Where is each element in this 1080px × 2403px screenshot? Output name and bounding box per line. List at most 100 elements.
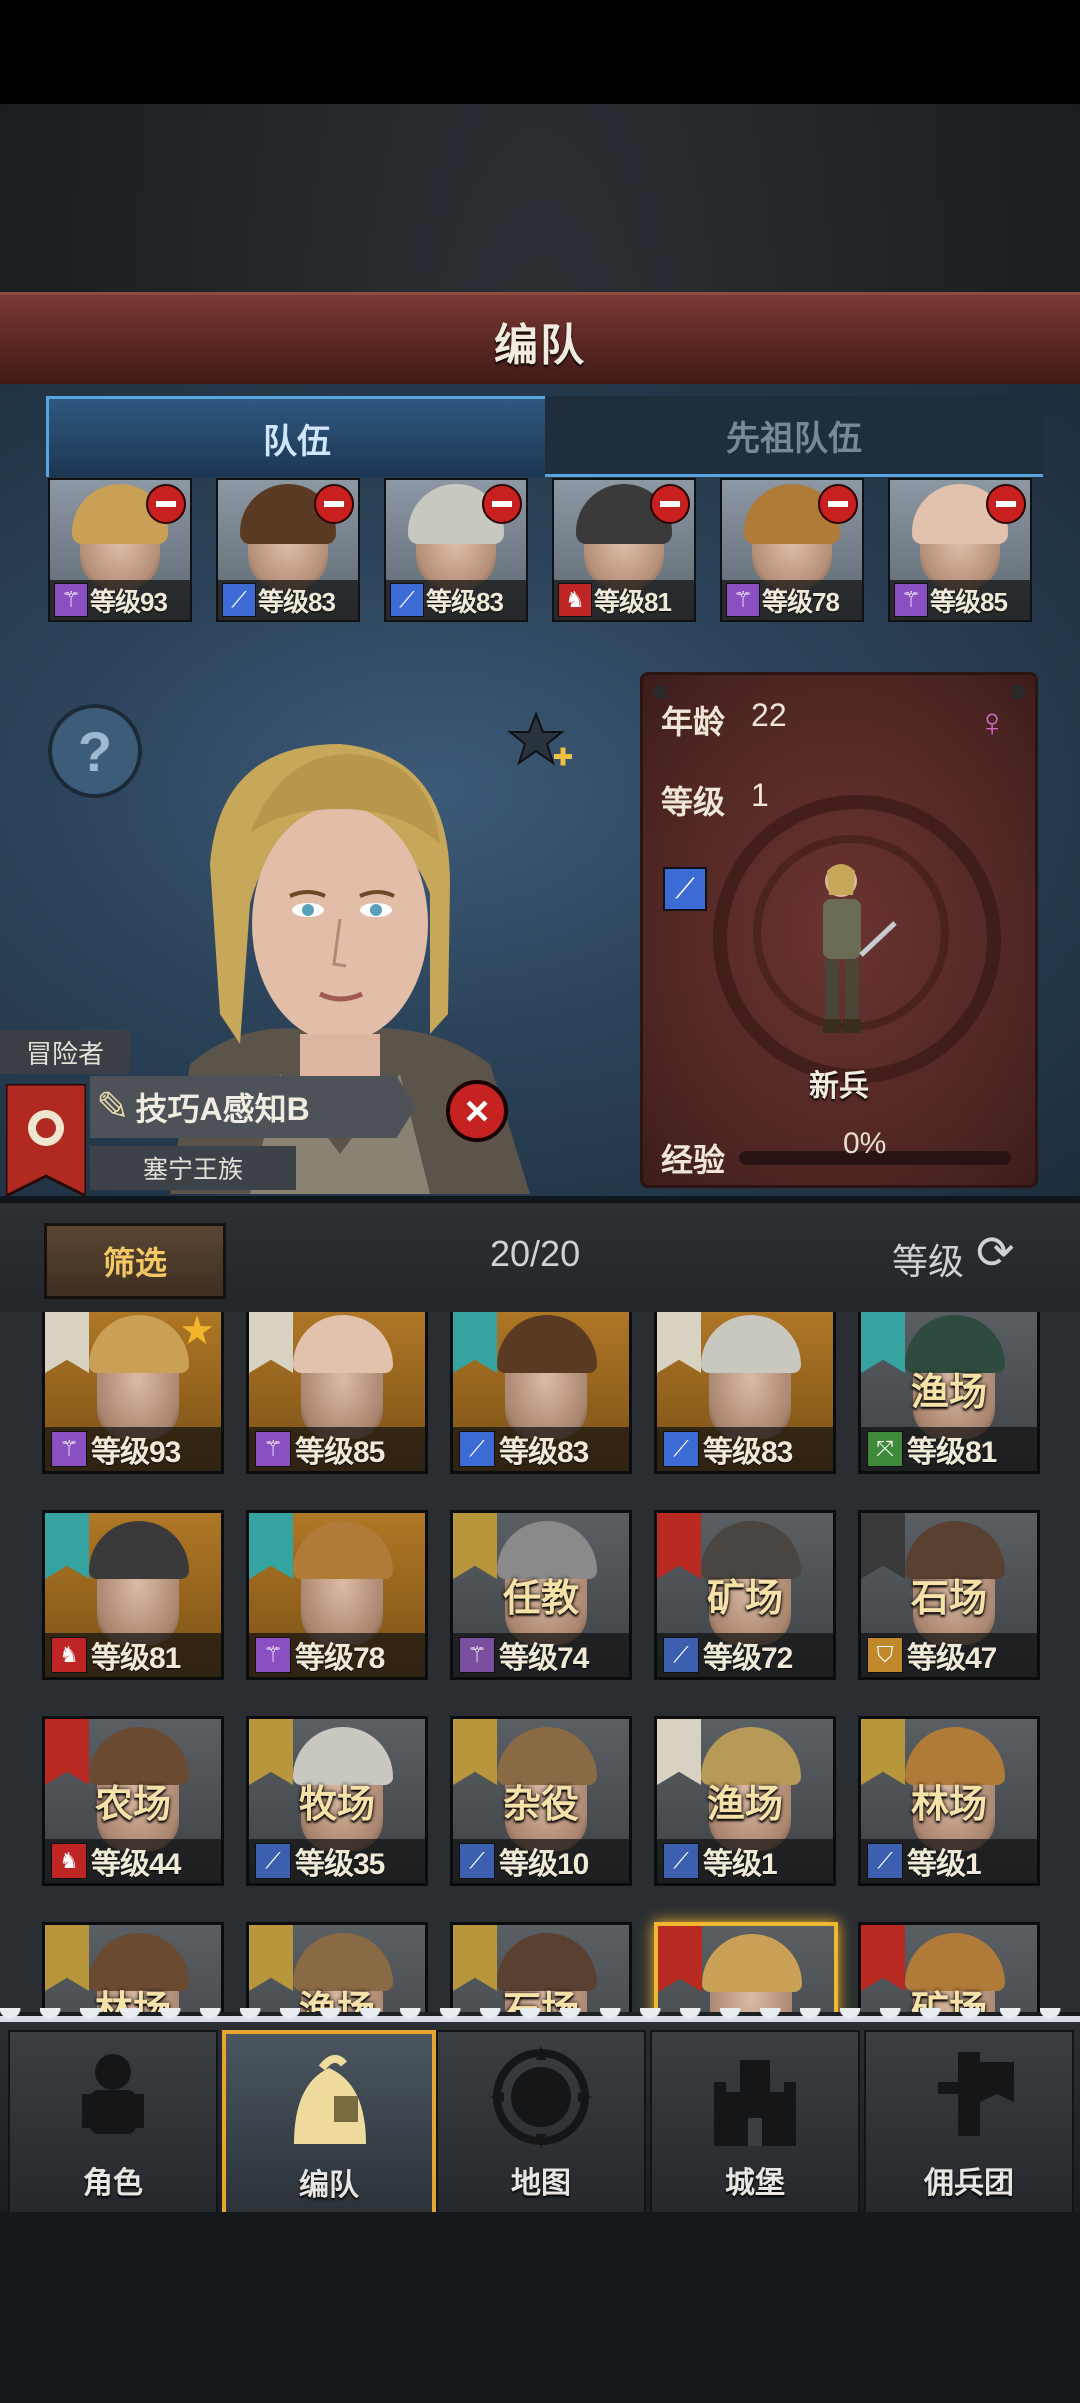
roster-card[interactable]: 矿场 ⟋ 等级72 <box>654 1510 836 1680</box>
roster-card[interactable]: ⚚ 等级78 <box>246 1510 428 1680</box>
member-level: 等级93 <box>90 586 168 617</box>
roster-card[interactable]: ⟋ 等级83 <box>654 1312 836 1474</box>
roster-card[interactable]: ⟋ 等级83 <box>450 1312 632 1474</box>
roster-card[interactable]: ♞ 等级81 <box>42 1510 224 1680</box>
remove-member-icon[interactable] <box>482 484 522 524</box>
remove-member-icon[interactable] <box>314 484 354 524</box>
roster-card[interactable]: 渔场 <box>246 1922 428 2012</box>
tab-team[interactable]: 队伍 <box>46 396 548 477</box>
roster-card[interactable]: ★ ⚚ 等级93 <box>42 1312 224 1474</box>
remove-member-icon[interactable] <box>650 484 690 524</box>
card-level-strip: ⤧ 等级81 <box>861 1427 1037 1471</box>
remove-member-icon[interactable] <box>818 484 858 524</box>
member-level: 等级78 <box>762 586 840 617</box>
team-member-slot[interactable]: ⚚ 等级85 <box>888 478 1032 622</box>
roster-card[interactable] <box>654 1922 838 2012</box>
unit-type-label: 新兵 <box>809 1070 869 1103</box>
team-panel: 队伍 先祖队伍 ⚚ 等级93 ⟋ 等级83 ⟋ 等级83 ♞ 等级81 ⚚ 等级… <box>0 384 1080 1200</box>
hero-hair <box>89 1521 189 1579</box>
roster-card[interactable]: 矿场 <box>858 1922 1040 2012</box>
remove-hero-button[interactable]: × <box>446 1080 508 1142</box>
card-level: 等级78 <box>295 1642 385 1675</box>
roster-card[interactable]: 农场 ♞ 等级44 <box>42 1716 224 1886</box>
member-level: 等级81 <box>594 586 672 617</box>
bow-icon: ⤧ <box>867 1431 903 1467</box>
roster-count: 20/20 <box>490 1233 581 1274</box>
house-banner-icon <box>6 1084 86 1196</box>
nav-label: 城堡 <box>725 2167 785 2200</box>
card-level-strip: ⟋ 等级10 <box>453 1839 629 1883</box>
house-label: 塞宁王族 <box>90 1146 296 1190</box>
roster-card[interactable]: 渔场 ⟋ 等级1 <box>654 1716 836 1886</box>
remove-member-icon[interactable] <box>986 484 1026 524</box>
hero-info-card: 年龄 22 ♀ 等级 1 ⟋ 新兵 经验 0% <box>640 672 1038 1188</box>
roster-card[interactable]: 渔场 ⤧ 等级81 <box>858 1312 1040 1474</box>
exp-row: 经验 <box>661 1135 1012 1181</box>
card-level-strip: ⚚ 等级85 <box>249 1427 425 1471</box>
roster-card[interactable]: ⚚ 等级85 <box>246 1312 428 1474</box>
member-level-strip: ⚚ 等级78 <box>722 580 862 620</box>
trait-text: 技巧A感知B <box>135 1091 310 1127</box>
hero-hair <box>89 1315 189 1373</box>
card-level: 等级44 <box>91 1848 181 1881</box>
nav-helmet[interactable]: 编队 <box>222 2030 436 2218</box>
roster-card[interactable]: 杂役 ⟋ 等级10 <box>450 1716 632 1886</box>
card-level: 等级1 <box>907 1848 982 1881</box>
roster-card[interactable]: 石场 ⛉ 等级47 <box>858 1510 1040 1680</box>
tab-ancestor-team[interactable]: 先祖队伍 <box>545 396 1043 477</box>
member-level-strip: ⟋ 等级83 <box>218 580 358 620</box>
system-nav-area <box>0 2212 1080 2403</box>
nav-compass-map[interactable]: 地图 <box>436 2030 646 2214</box>
team-member-slot[interactable]: ♞ 等级81 <box>552 478 696 622</box>
roster-card[interactable]: 林场 ⟋ 等级1 <box>858 1716 1040 1886</box>
job-label: 农场 <box>94 1784 171 1826</box>
exp-percent: 0% <box>843 1127 887 1160</box>
staff-icon: ⚚ <box>726 583 760 617</box>
sort-label[interactable]: 等级 <box>892 1233 964 1285</box>
card-level: 等级83 <box>499 1436 589 1469</box>
age-label: 年龄 <box>661 704 726 740</box>
team-member-slot[interactable]: ⚚ 等级78 <box>720 478 864 622</box>
bottom-nav: 角色 编队 地图 城堡 佣兵团 <box>0 2008 1080 2218</box>
compass-map-icon <box>490 2046 592 2148</box>
hero-hair <box>293 1521 393 1579</box>
nav-label: 角色 <box>83 2167 143 2200</box>
staff-icon: ⚚ <box>894 583 928 617</box>
sword-icon[interactable]: ⟋ <box>663 867 707 911</box>
house-flag-icon <box>249 1513 293 1579</box>
remove-member-icon[interactable] <box>146 484 186 524</box>
member-level: 等级83 <box>258 586 336 617</box>
roster-card[interactable]: 任教 ⚚ 等级74 <box>450 1510 632 1680</box>
help-icon[interactable]: ? <box>48 704 142 798</box>
exp-label: 经验 <box>661 1142 726 1178</box>
filter-button[interactable]: 筛选 <box>44 1223 226 1299</box>
nav-label: 地图 <box>511 2167 571 2200</box>
roster-card[interactable]: 牧场 ⟋ 等级35 <box>246 1716 428 1886</box>
team-member-slot[interactable]: ⟋ 等级83 <box>216 478 360 622</box>
roster-card[interactable]: 石场 <box>450 1922 632 2012</box>
level-row: 等级 1 <box>661 777 769 823</box>
sword-icon: ⟋ <box>459 1431 495 1467</box>
staff-icon: ⚚ <box>51 1431 87 1467</box>
nav-sword-banner[interactable]: 佣兵团 <box>864 2030 1074 2214</box>
roster-card[interactable]: 林场 <box>42 1922 224 2012</box>
pin-icon <box>1011 685 1025 699</box>
trait-bar: ✎ 技巧A感知B <box>90 1076 416 1138</box>
roster-grid: ★ ⚚ 等级93 ⚚ 等级85 ⟋ 等级83 ⟋ 等级83 渔场 ⤧ 等级81 <box>0 1312 1080 2012</box>
house-flag-icon <box>249 1312 293 1373</box>
job-label: 杂役 <box>502 1784 579 1826</box>
sword-icon: ⟋ <box>867 1843 903 1879</box>
card-level-strip: ⛉ 等级47 <box>861 1633 1037 1677</box>
card-level: 等级10 <box>499 1848 589 1881</box>
card-level: 等级1 <box>703 1848 778 1881</box>
nav-knight[interactable]: 角色 <box>8 2030 218 2214</box>
staff-icon: ⚚ <box>255 1431 291 1467</box>
recruit-figure <box>823 864 897 1033</box>
team-member-slot[interactable]: ⚚ 等级93 <box>48 478 192 622</box>
member-level-strip: ⟋ 等级83 <box>386 580 526 620</box>
card-level-strip: ♞ 等级44 <box>45 1839 221 1883</box>
refresh-sort-icon[interactable]: ⟳ <box>976 1229 1015 1275</box>
nav-castle[interactable]: 城堡 <box>650 2030 860 2214</box>
class-label: 冒险者 <box>0 1030 130 1074</box>
team-member-slot[interactable]: ⟋ 等级83 <box>384 478 528 622</box>
